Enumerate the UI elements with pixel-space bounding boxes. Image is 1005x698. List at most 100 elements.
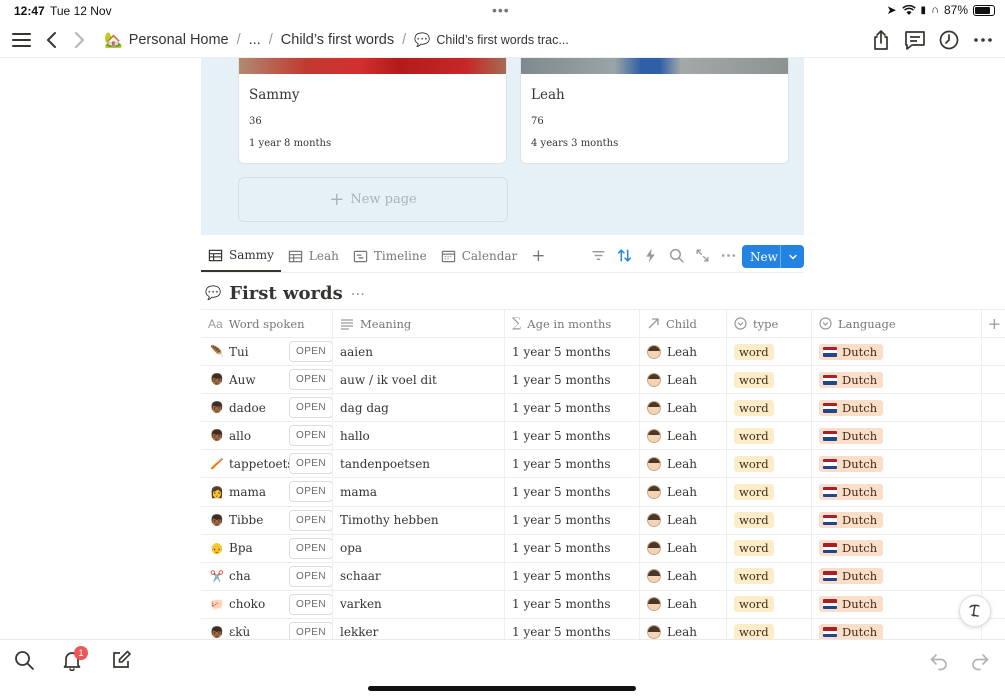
column-header-age[interactable]: ∑ Age in months — [505, 310, 640, 337]
multitasking-dots-icon[interactable]: ••• — [492, 2, 510, 18]
automation-lightning-icon[interactable] — [642, 247, 659, 264]
tab-calendar[interactable]: Calendar — [434, 240, 525, 272]
language-cell[interactable]: Dutch — [812, 394, 982, 422]
home-indicator[interactable] — [368, 686, 636, 691]
type-cell[interactable]: word — [727, 506, 812, 534]
language-cell[interactable]: Dutch — [812, 506, 982, 534]
type-cell[interactable]: word — [727, 450, 812, 478]
type-cell[interactable]: word — [727, 422, 812, 450]
word-cell[interactable]: 👦🏾 Auw OPEN — [201, 366, 333, 394]
child-cell[interactable]: Leah — [640, 338, 727, 366]
language-cell[interactable]: Dutch — [812, 338, 982, 366]
language-cell[interactable]: Dutch — [812, 590, 982, 618]
new-page-button[interactable]: + New page — [238, 177, 508, 222]
back-chevron-icon[interactable] — [40, 28, 64, 52]
filter-icon[interactable] — [590, 247, 607, 264]
child-cell[interactable]: Leah — [640, 534, 727, 562]
meaning-cell[interactable]: Timothy hebben — [333, 506, 505, 534]
redo-icon[interactable] — [969, 649, 991, 671]
share-icon[interactable] — [869, 28, 893, 52]
meaning-cell[interactable]: aaien — [333, 338, 505, 366]
table-row[interactable]: 👦🏾 dadoe OPEN dag dag 1 year 5 months Le… — [201, 394, 1005, 423]
child-relation[interactable]: Leah — [647, 625, 697, 640]
meaning-cell[interactable]: mama — [333, 478, 505, 506]
age-cell[interactable]: 1 year 5 months — [505, 450, 640, 478]
word-cell[interactable]: 🐖 choko OPEN — [201, 590, 333, 618]
tab-sammy[interactable]: Sammy — [201, 240, 281, 272]
table-row[interactable]: 👴 Bpa OPEN opa 1 year 5 months Leah word… — [201, 534, 1005, 563]
breadcrumb-item-home[interactable]: Personal Home — [129, 32, 229, 48]
age-cell[interactable]: 1 year 5 months — [505, 506, 640, 534]
age-cell[interactable]: 1 year 5 months — [505, 394, 640, 422]
child-relation[interactable]: Leah — [647, 456, 697, 471]
column-header-child[interactable]: Child — [640, 310, 727, 337]
new-entry-button[interactable]: New — [742, 245, 804, 268]
menu-icon[interactable] — [10, 28, 34, 52]
word-cell[interactable]: 👦🏾 dadoe OPEN — [201, 394, 333, 422]
type-cell[interactable]: word — [727, 394, 812, 422]
word-cell[interactable]: 🪥 tappetoetsen OPEN — [201, 450, 333, 478]
age-cell[interactable]: 1 year 5 months — [505, 562, 640, 590]
child-cell[interactable]: Leah — [640, 590, 727, 618]
age-cell[interactable]: 1 year 5 months — [505, 478, 640, 506]
age-cell[interactable]: 1 year 5 months — [505, 338, 640, 366]
comments-icon[interactable] — [903, 28, 927, 52]
open-button[interactable]: OPEN — [289, 453, 332, 475]
child-relation[interactable]: Leah — [647, 372, 697, 387]
open-button[interactable]: OPEN — [289, 509, 332, 531]
meaning-cell[interactable]: varken — [333, 590, 505, 618]
column-header-word[interactable]: Aa Word spoken — [201, 310, 333, 337]
type-cell[interactable]: word — [727, 338, 812, 366]
language-cell[interactable]: Dutch — [812, 450, 982, 478]
more-options-icon[interactable] — [971, 28, 995, 52]
compose-icon[interactable] — [110, 649, 132, 671]
child-cell[interactable]: Leah — [640, 562, 727, 590]
open-button[interactable]: OPEN — [289, 397, 332, 419]
open-button[interactable]: OPEN — [289, 481, 332, 503]
table-row[interactable]: 👩 mama OPEN mama 1 year 5 months Leah wo… — [201, 478, 1005, 507]
table-row[interactable]: 🐖 choko OPEN varken 1 year 5 months Leah… — [201, 590, 1005, 619]
age-cell[interactable]: 1 year 5 months — [505, 590, 640, 618]
child-relation[interactable]: Leah — [647, 513, 697, 528]
open-button[interactable]: OPEN — [289, 593, 332, 615]
breadcrumb-item-ellipsis[interactable]: ... — [249, 32, 261, 48]
child-cell[interactable]: Leah — [640, 422, 727, 450]
language-cell[interactable]: Dutch — [812, 478, 982, 506]
type-cell[interactable]: word — [727, 562, 812, 590]
word-cell[interactable]: 🪶 Tui OPEN — [201, 338, 333, 366]
meaning-cell[interactable]: dag dag — [333, 394, 505, 422]
child-cell[interactable]: Leah — [640, 506, 727, 534]
add-view-button[interactable]: + — [524, 240, 552, 272]
meaning-cell[interactable]: auw / ik voel dit — [333, 366, 505, 394]
language-cell[interactable]: Dutch — [812, 422, 982, 450]
word-cell[interactable]: 👦🏾 Tibbe OPEN — [201, 506, 333, 534]
child-cell[interactable]: Leah — [640, 450, 727, 478]
word-cell[interactable]: 👴 Bpa OPEN — [201, 534, 333, 562]
table-row[interactable]: 👦🏾 allo OPEN hallo 1 year 5 months Leah … — [201, 422, 1005, 451]
table-row[interactable]: 👦🏾 Auw OPEN auw / ik voel dit 1 year 5 m… — [201, 366, 1005, 395]
open-button[interactable]: OPEN — [289, 369, 332, 391]
column-header-language[interactable]: Language — [812, 310, 982, 337]
language-cell[interactable]: Dutch — [812, 366, 982, 394]
search-icon[interactable] — [668, 247, 685, 264]
column-header-type[interactable]: type — [727, 310, 812, 337]
sort-icon[interactable] — [616, 247, 633, 264]
database-more-options[interactable]: ··· — [351, 285, 365, 303]
child-relation[interactable]: Leah — [647, 541, 697, 556]
child-relation[interactable]: Leah — [647, 485, 697, 500]
type-cell[interactable]: word — [727, 478, 812, 506]
column-header-meaning[interactable]: Meaning — [333, 310, 505, 337]
meaning-cell[interactable]: tandenpoetsen — [333, 450, 505, 478]
word-cell[interactable]: 👩 mama OPEN — [201, 478, 333, 506]
child-relation[interactable]: Leah — [647, 344, 697, 359]
breadcrumb-item-first-words[interactable]: Child’s first words — [281, 32, 394, 48]
chevron-down-icon[interactable] — [781, 252, 804, 262]
forward-chevron-icon[interactable] — [67, 28, 91, 52]
age-cell[interactable]: 1 year 5 months — [505, 422, 640, 450]
scribble-pen-icon[interactable] — [959, 595, 991, 627]
gallery-card[interactable]: Sammy 36 1 year 8 months — [238, 58, 507, 164]
age-cell[interactable]: 1 year 5 months — [505, 534, 640, 562]
child-cell[interactable]: Leah — [640, 394, 727, 422]
child-relation[interactable]: Leah — [647, 597, 697, 612]
type-cell[interactable]: word — [727, 366, 812, 394]
